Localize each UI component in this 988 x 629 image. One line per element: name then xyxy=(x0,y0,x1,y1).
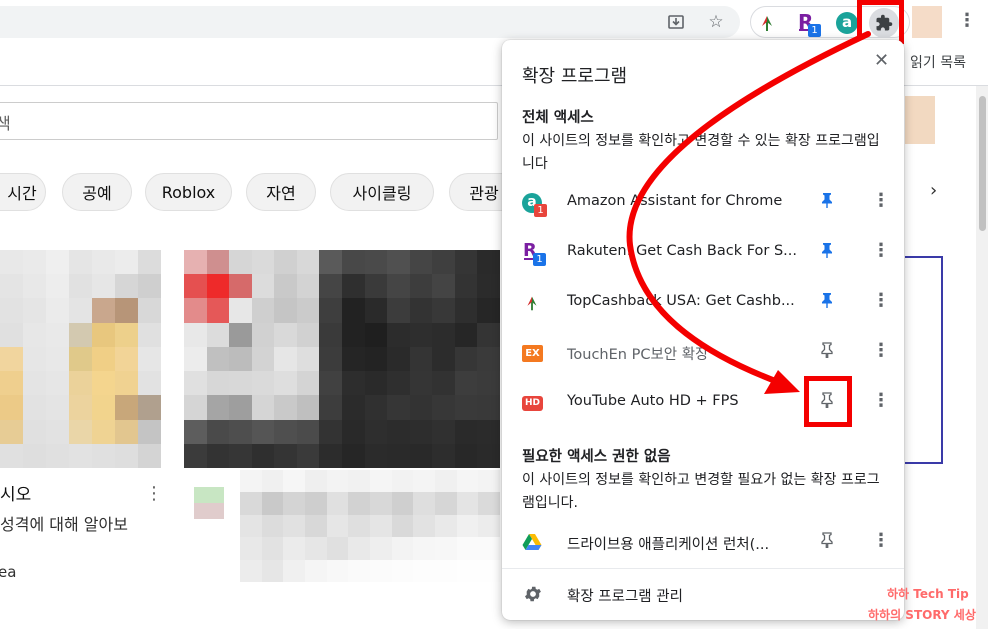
annotation-arrow xyxy=(626,31,871,394)
watermark-line1: 하하 Tech Tip xyxy=(887,587,969,601)
watermark-line2: 하하의 STORY 세상 xyxy=(868,608,976,622)
